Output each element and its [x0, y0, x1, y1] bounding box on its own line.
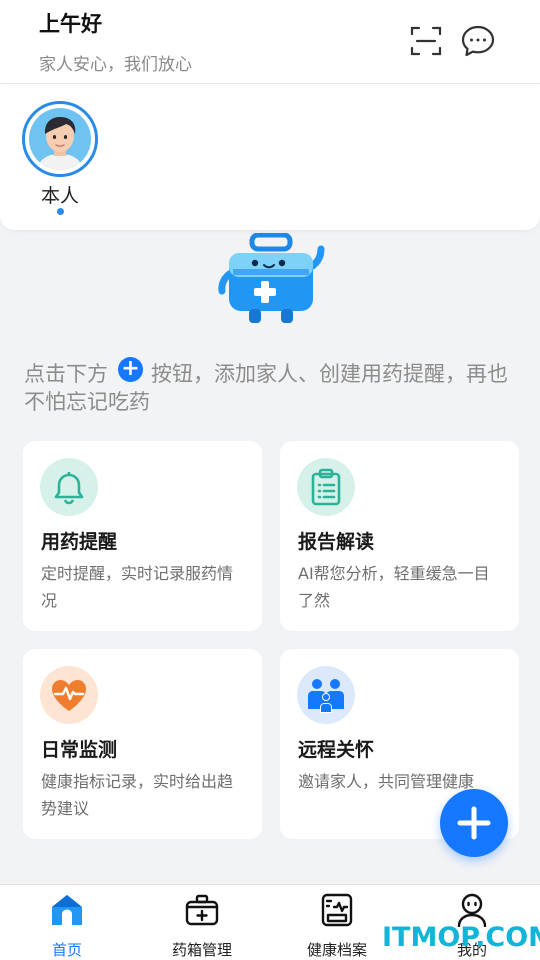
card-title: 日常监测	[41, 739, 118, 761]
card-title: 用药提醒	[41, 531, 118, 553]
tab-health-records[interactable]: 健康档案	[287, 893, 387, 959]
medicine-box-mascot	[215, 232, 330, 328]
plus-icon	[457, 806, 491, 840]
family-members-bar: 本人	[0, 84, 540, 230]
tab-label: 首页	[51, 941, 82, 959]
family-icon	[297, 666, 355, 724]
feature-card-medication-reminder[interactable]: 用药提醒 定时提醒，实时记录服药情况	[23, 441, 262, 631]
feature-card-daily-monitoring[interactable]: 日常监测 健康指标记录，实时给出趋势建议	[23, 649, 262, 839]
bell-icon	[40, 458, 98, 516]
member-avatar[interactable]	[22, 101, 98, 177]
header: 上午好 家人安心，我们放心	[0, 0, 540, 84]
scan-icon[interactable]	[409, 24, 443, 58]
card-title: 远程关怀	[298, 739, 375, 761]
selected-indicator	[57, 208, 64, 215]
card-description: AI帮您分析，轻重缓急一目了然	[298, 564, 490, 610]
medicine-box-icon	[185, 893, 219, 927]
avatar-image	[29, 108, 91, 170]
greeting-title: 上午好	[39, 12, 102, 36]
tab-label: 药箱管理	[171, 941, 232, 959]
tab-medicine-box[interactable]: 药箱管理	[152, 893, 252, 959]
card-title: 报告解读	[298, 531, 375, 553]
watermark-text: ITMOP.COM	[382, 922, 540, 953]
empty-state-hint: 点击下方 + 按钮，添加家人、创建用药提醒，再也不怕忘记吃药	[24, 357, 524, 416]
tab-label: 健康档案	[306, 941, 367, 959]
feature-card-report-reading[interactable]: 报告解读 AI帮您分析，轻重缓急一目了然	[280, 441, 519, 631]
member-name[interactable]: 本人	[22, 181, 98, 208]
card-description: 健康指标记录，实时给出趋势建议	[41, 772, 234, 818]
hint-text-before: 点击下方	[24, 362, 108, 386]
clipboard-icon	[297, 458, 355, 516]
heart-pulse-icon	[40, 666, 98, 724]
health-records-icon	[320, 893, 354, 927]
add-button[interactable]	[440, 789, 508, 857]
tab-home[interactable]: 首页	[17, 893, 117, 959]
greeting-subtitle: 家人安心，我们放心	[39, 55, 192, 75]
card-description: 定时提醒，实时记录服药情况	[41, 564, 234, 610]
plus-icon: +	[118, 357, 143, 382]
home-icon	[50, 893, 84, 927]
message-icon[interactable]	[460, 24, 495, 58]
